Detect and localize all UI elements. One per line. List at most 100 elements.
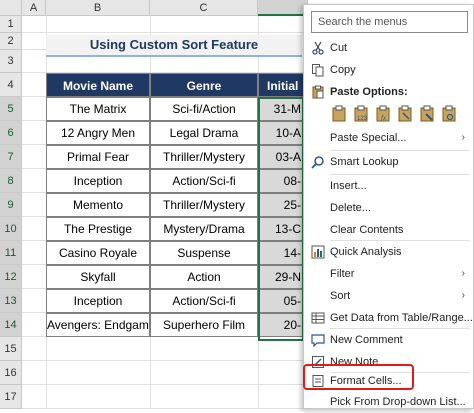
- table-cell[interactable]: Thriller/Mystery: [150, 193, 258, 217]
- row-header[interactable]: 8: [0, 169, 22, 193]
- table-cell[interactable]: 25-: [258, 193, 304, 217]
- table-cell[interactable]: Thriller/Mystery: [150, 145, 258, 169]
- row-header[interactable]: 16: [0, 361, 22, 385]
- scissors-icon: [312, 41, 324, 55]
- table-cell[interactable]: Primal Fear: [46, 145, 150, 169]
- table-cell[interactable]: 20-: [258, 313, 304, 337]
- paste-transpose-icon[interactable]: [397, 105, 413, 123]
- column-header-c[interactable]: C: [150, 0, 258, 16]
- svg-text:123: 123: [357, 116, 368, 122]
- paste-formulas-icon[interactable]: fx: [375, 105, 391, 123]
- row-header[interactable]: 9: [0, 193, 22, 217]
- menu-item-copy[interactable]: Copy: [305, 59, 473, 81]
- menu-item-cut[interactable]: Cut: [305, 37, 473, 59]
- menu-item-pick-dropdown[interactable]: Pick From Drop-down List...: [305, 391, 473, 413]
- row-header[interactable]: 3: [0, 50, 22, 73]
- menu-item-clear-contents[interactable]: Clear Contents: [305, 219, 473, 241]
- row-header[interactable]: 7: [0, 145, 22, 169]
- table-cell[interactable]: 03-A: [258, 145, 304, 169]
- menu-item-label: Paste Special...: [330, 132, 407, 144]
- menu-item-get-data[interactable]: Get Data from Table/Range...: [305, 307, 473, 329]
- menu-item-label: Paste Options:: [330, 86, 408, 98]
- menu-item-label: Sort: [330, 290, 351, 302]
- table-cell[interactable]: 05-: [258, 289, 304, 313]
- table-cell[interactable]: Inception: [46, 289, 150, 313]
- table-cell[interactable]: Action: [150, 265, 258, 289]
- row-header[interactable]: 14: [0, 313, 22, 337]
- table-cell[interactable]: Mystery/Drama: [150, 217, 258, 241]
- row-header[interactable]: 10: [0, 217, 22, 241]
- table-cell[interactable]: The Prestige: [46, 217, 150, 241]
- table-header-movie[interactable]: Movie Name: [46, 73, 150, 97]
- row-header[interactable]: 17: [0, 385, 22, 409]
- menu-item-quick-analysis[interactable]: Quick Analysis: [305, 241, 473, 263]
- menu-item-label: Quick Analysis: [330, 246, 402, 258]
- chevron-right-icon: ›: [461, 290, 465, 301]
- row-header[interactable]: 4: [0, 73, 22, 97]
- row-header[interactable]: 5: [0, 97, 22, 121]
- comment-icon: [311, 334, 325, 347]
- table-cell[interactable]: Casino Royale: [46, 241, 150, 265]
- table-cell[interactable]: Memento: [46, 193, 150, 217]
- menu-search-input[interactable]: Search the menus: [311, 11, 468, 33]
- row-header[interactable]: 15: [0, 337, 22, 361]
- paste-icon[interactable]: [331, 105, 347, 123]
- paste-formatting-icon[interactable]: [419, 105, 435, 123]
- menu-item-paste-options: Paste Options:: [305, 81, 473, 103]
- quick-analysis-icon: [311, 245, 325, 259]
- table-cell[interactable]: Legal Drama: [150, 121, 258, 145]
- menu-item-label: Cut: [330, 42, 348, 54]
- column-header-b[interactable]: B: [46, 0, 150, 16]
- table-cell[interactable]: Suspense: [150, 241, 258, 265]
- table-cell[interactable]: Action/Sci-fi: [150, 289, 258, 313]
- menu-item-label: New Comment: [330, 334, 403, 346]
- row-header[interactable]: 2: [0, 33, 22, 50]
- row-header[interactable]: 6: [0, 121, 22, 145]
- svg-text:fx: fx: [381, 114, 387, 122]
- row-header[interactable]: 11: [0, 241, 22, 265]
- row-header[interactable]: 1: [0, 16, 22, 33]
- table-cell[interactable]: Inception: [46, 169, 150, 193]
- row-header[interactable]: 13: [0, 289, 22, 313]
- select-all-corner[interactable]: [0, 0, 22, 16]
- copy-icon: [312, 64, 324, 77]
- table-cell[interactable]: 14-: [258, 241, 304, 265]
- menu-item-delete[interactable]: Delete...: [305, 197, 473, 219]
- menu-item-paste-special[interactable]: Paste Special... ›: [305, 127, 473, 149]
- sheet-title[interactable]: Using Custom Sort Feature: [46, 35, 302, 57]
- context-menu: Search the menus Cut Copy Paste Options:…: [303, 4, 474, 409]
- row-header[interactable]: 12: [0, 265, 22, 289]
- table-cell[interactable]: Skyfall: [46, 265, 150, 289]
- table-cell[interactable]: Avengers: Endgame: [46, 313, 150, 337]
- table-cell[interactable]: Action/Sci-fi: [150, 169, 258, 193]
- menu-item-sort[interactable]: Sort ›: [305, 285, 473, 307]
- table-cell[interactable]: Sci-fi/Action: [150, 97, 258, 121]
- table-cell[interactable]: Superhero Film: [150, 313, 258, 337]
- table-cell[interactable]: 29-N: [258, 265, 304, 289]
- table-cell[interactable]: 10-A: [258, 121, 304, 145]
- column-header-d[interactable]: [258, 0, 308, 16]
- table-cell[interactable]: The Matrix: [46, 97, 150, 121]
- table-cell[interactable]: 13-C: [258, 217, 304, 241]
- table-cell[interactable]: 12 Angry Men: [46, 121, 150, 145]
- paste-values-icon[interactable]: 123: [353, 105, 369, 123]
- table-icon: [311, 312, 325, 324]
- paste-link-icon[interactable]: [441, 105, 457, 123]
- menu-item-label: Clear Contents: [330, 224, 404, 236]
- menu-item-new-comment[interactable]: New Comment: [305, 329, 473, 351]
- menu-item-smart-lookup[interactable]: Smart Lookup: [305, 151, 473, 173]
- menu-item-label: Get Data from Table/Range...: [330, 312, 473, 324]
- table-header-initial[interactable]: Initial: [258, 73, 304, 97]
- paste-icon: [312, 85, 324, 99]
- menu-item-insert[interactable]: Insert...: [305, 175, 473, 197]
- menu-item-filter[interactable]: Filter ›: [305, 263, 473, 285]
- menu-item-label: Delete...: [330, 202, 371, 214]
- menu-item-label: Filter: [330, 268, 355, 280]
- menu-item-label: Insert...: [330, 180, 367, 192]
- table-header-genre[interactable]: Genre: [150, 73, 258, 97]
- menu-item-label: Pick From Drop-down List...: [330, 396, 466, 408]
- table-cell[interactable]: 31-M: [258, 97, 304, 121]
- chevron-right-icon: ›: [461, 132, 465, 143]
- table-cell[interactable]: 08-: [258, 169, 304, 193]
- column-header-a[interactable]: A: [22, 0, 46, 16]
